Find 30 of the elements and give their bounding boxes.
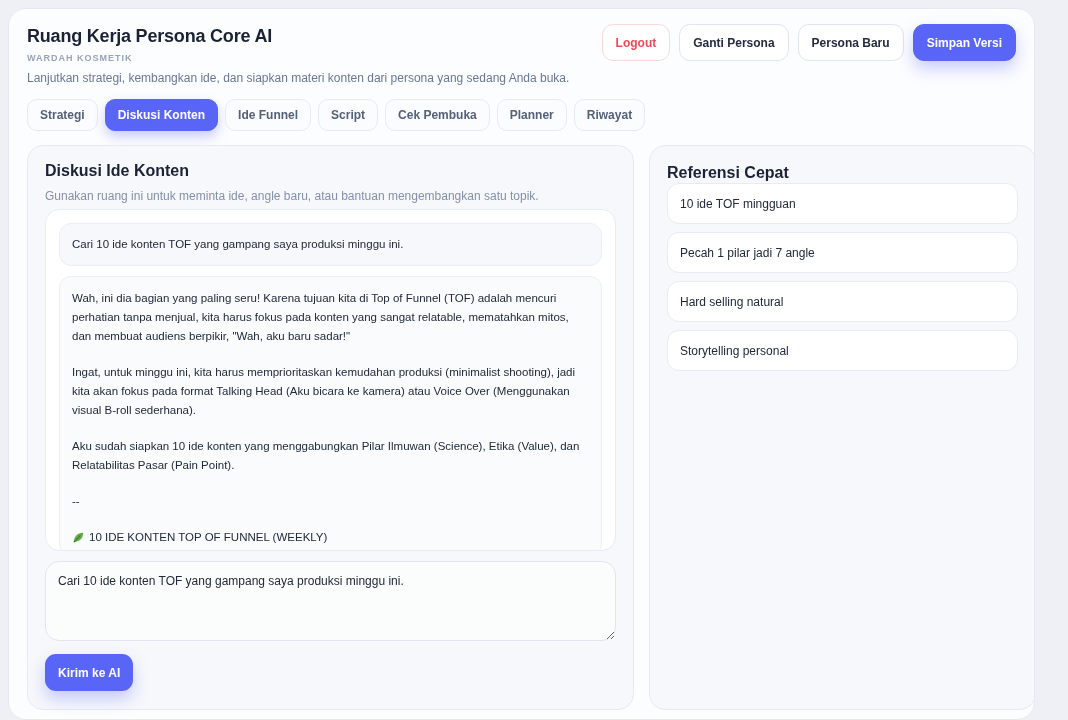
panel-title: Diskusi Ide Konten bbox=[45, 162, 191, 180]
send-button[interactable]: Kirim ke AI bbox=[45, 654, 134, 691]
message-text: Aku sudah siapkan 10 ide konten yang menggabungkan Pilar Ilmuwan (Science), Etika (Value), dan Relatabilitas Pasar (Pain Point). bbox=[72, 439, 581, 473]
logout-button[interactable]: Logout bbox=[601, 24, 671, 61]
page-title: Ruang Kerja Persona Core AI bbox=[27, 26, 273, 47]
action-button[interactable]: Ganti Persona bbox=[679, 24, 789, 61]
action-button[interactable]: Persona Baru bbox=[797, 24, 904, 61]
brand-label: WARDAH KOSMETIK bbox=[27, 53, 134, 63]
tab[interactable]: Planner bbox=[496, 99, 567, 131]
message-text: Ingat, untuk minggu ini, kita harus memprioritaskan kemudahan produksi (minimalist shooting), jadi kita akan fokus pada format Talking Head (Aku bicara ke kamera) atau Voice Over (Menggunakan visual B-roll sederhana). bbox=[72, 365, 577, 418]
message-text: -- bbox=[72, 494, 81, 509]
message-text: Wah, ini dia bagian yang paling seru! Karena tujuan kita di Top of Funnel (TOF) adalah mencuri perhatian tanpa menjual, kita harus fokus pada konten yang sangat relatable, mematahkan mitos, dan membuat audiens berpikir, "Wah, aku baru sadar!" bbox=[72, 291, 570, 344]
page-subtitle: Lanjutkan strategi, kembangkan ide, dan siapkan materi konten dari persona yang sedang Anda buka. bbox=[27, 71, 570, 85]
message-heading: 10 IDE KONTEN TOP OF FUNNEL (WEEKLY) bbox=[89, 530, 328, 545]
panel-hint: Gunakan ruang ini untuk meminta ide, angle baru, atau bantuan mengembangkan satu topik. bbox=[45, 189, 540, 203]
reference-item[interactable]: 10 ide TOF mingguan bbox=[667, 183, 1018, 224]
tab[interactable]: Riwayat bbox=[573, 99, 646, 131]
tab[interactable]: Script bbox=[318, 99, 379, 131]
message-text: Cari 10 ide konten TOF yang gampang saya produksi minggu ini. bbox=[72, 237, 405, 252]
reference-item[interactable]: Hard selling natural bbox=[667, 281, 1018, 322]
message-field[interactable]: Cari 10 ide konten TOF yang gampang saya produksi minggu ini. bbox=[45, 561, 616, 641]
save-button[interactable]: Simpan Versi bbox=[912, 24, 1016, 61]
tab[interactable]: Cek Pembuka bbox=[385, 99, 490, 131]
tab[interactable]: Ide Funnel bbox=[225, 99, 312, 131]
tab[interactable]: Diskusi Konten bbox=[104, 99, 219, 131]
reference-item[interactable]: Storytelling personal bbox=[667, 330, 1018, 371]
panel-title: Referensi Cepat bbox=[667, 164, 790, 182]
reference-item[interactable]: Pecah 1 pilar jadi 7 angle bbox=[667, 232, 1018, 273]
tab[interactable]: Strategi bbox=[27, 99, 98, 131]
leaf-icon bbox=[72, 531, 85, 544]
